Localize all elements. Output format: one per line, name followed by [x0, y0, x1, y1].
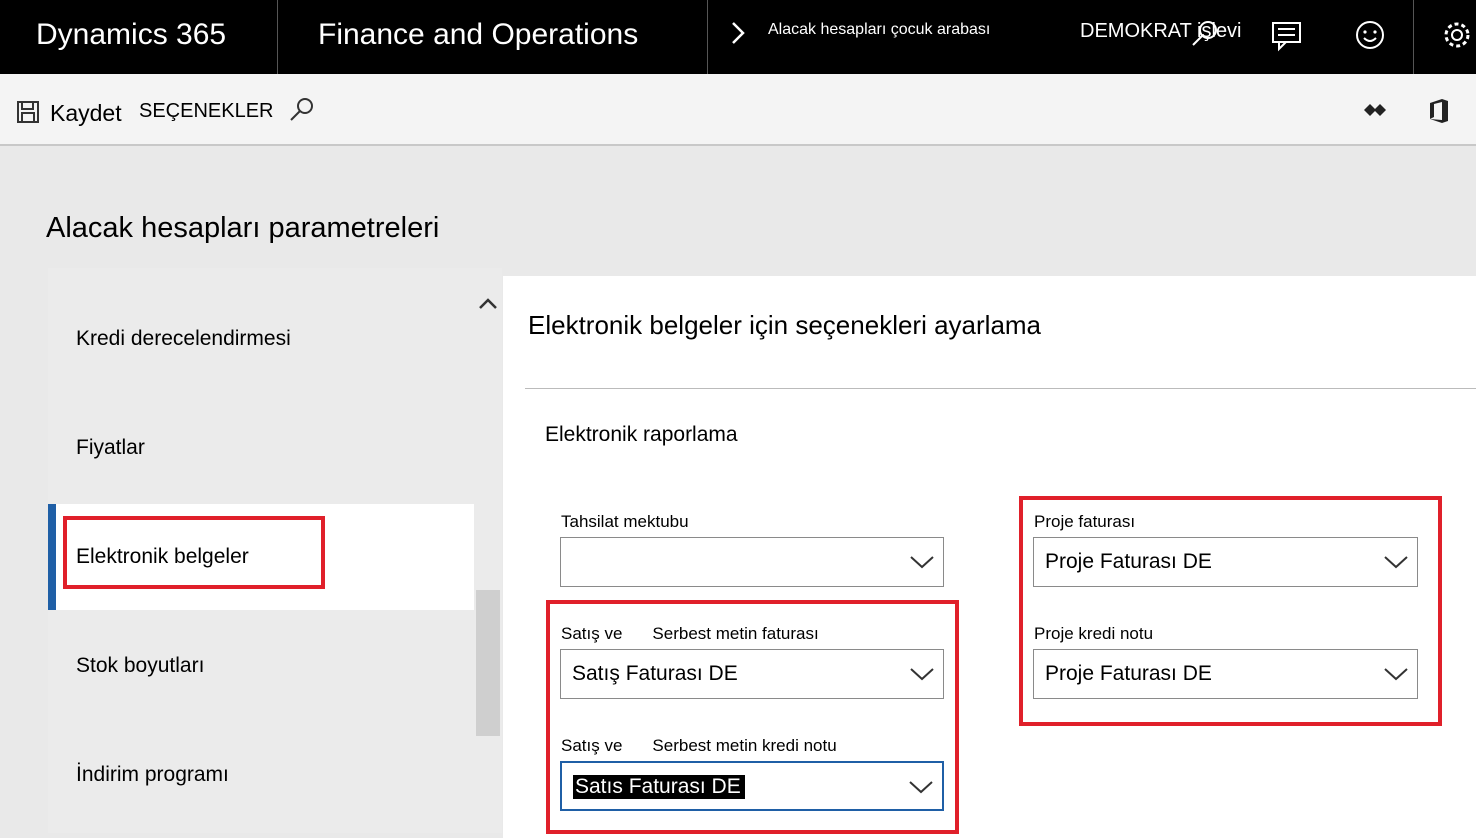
breadcrumb[interactable]: Alacak hesapları çocuk arabası [768, 21, 990, 39]
gear-icon[interactable] [1440, 18, 1474, 52]
nav-item-discount-program[interactable]: İndirim programı [48, 722, 474, 828]
search-icon[interactable] [1188, 18, 1222, 52]
nav-item-inventory-dimensions[interactable]: Stok boyutları [48, 613, 474, 719]
nav-item-prices[interactable]: Fiyatlar [48, 395, 474, 501]
diamond-icon[interactable] [1363, 98, 1387, 127]
collection-letter-select[interactable] [560, 537, 944, 587]
options-button[interactable]: SEÇENEKLER [139, 100, 274, 123]
nav-item-label: İndirim programı [76, 763, 229, 786]
header-divider [707, 0, 708, 74]
header-divider [1413, 0, 1414, 74]
highlight-box [546, 600, 959, 834]
chat-icon[interactable] [1270, 18, 1304, 52]
highlight-box [63, 516, 325, 589]
action-pane: Kaydet SEÇENEKLER [0, 74, 1476, 146]
smiley-icon[interactable] [1353, 18, 1387, 52]
top-navigation-bar: Dynamics 365 Finance and Operations Alac… [0, 0, 1476, 74]
office-icon[interactable] [1428, 98, 1450, 129]
nav-item-label: Kredi derecelendirmesi [76, 327, 291, 350]
section-title: Elektronik belgeler için seçenekleri aya… [528, 310, 1042, 340]
chevron-up-icon[interactable] [478, 296, 498, 315]
nav-item-label: Stok boyutları [76, 654, 205, 677]
product-name[interactable]: Dynamics 365 [36, 18, 226, 52]
group-title: Elektronik raporlama [545, 423, 738, 446]
nav-item-label: Fiyatlar [76, 436, 145, 459]
save-icon[interactable] [16, 100, 40, 129]
page-title: Alacak hesapları parametreleri [46, 212, 440, 244]
collection-letter-label: Tahsilat mektubu [561, 512, 689, 531]
chevron-right-icon [730, 20, 746, 53]
section-divider [525, 388, 1476, 389]
nav-scrollbar[interactable] [474, 268, 502, 833]
app-name[interactable]: Finance and Operations [318, 18, 638, 52]
highlight-box [1019, 496, 1442, 726]
header-divider [277, 0, 278, 74]
scrollbar-thumb[interactable] [476, 590, 500, 736]
save-button[interactable]: Kaydet [50, 100, 122, 127]
search-icon[interactable] [288, 96, 316, 129]
nav-item-credit-rating[interactable]: Kredi derecelendirmesi [48, 286, 474, 392]
chevron-down-icon [909, 554, 935, 575]
